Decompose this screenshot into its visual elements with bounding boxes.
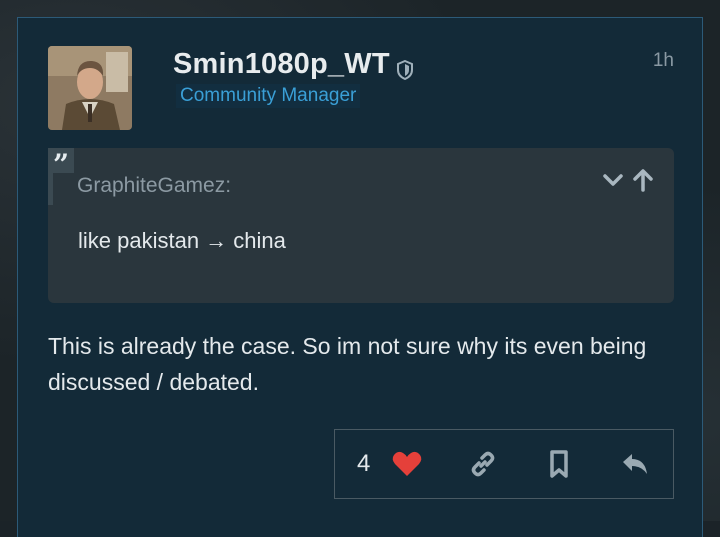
quote-block: ” GraphiteGamez: like pakistan → china <box>48 148 674 303</box>
like-count[interactable]: 4 <box>357 450 370 478</box>
reply-icon[interactable] <box>619 448 651 480</box>
post-actions: 4 <box>334 429 674 499</box>
forum-post: Smin1080p_WT Community Manager 1h ” Grap… <box>17 17 703 537</box>
post-timestamp[interactable]: 1h <box>653 50 674 72</box>
username-row: Smin1080p_WT <box>173 48 414 81</box>
avatar[interactable] <box>48 46 132 130</box>
heart-icon[interactable] <box>391 448 423 480</box>
quote-bar <box>48 173 53 205</box>
quote-text: like pakistan → china <box>78 228 286 253</box>
chevron-down-icon[interactable] <box>602 172 624 188</box>
shield-icon <box>396 55 414 80</box>
username-link[interactable]: Smin1080p_WT <box>173 48 390 81</box>
arrow-up-icon[interactable] <box>632 168 654 192</box>
post-body: This is already the case. So im not sure… <box>48 333 647 395</box>
link-icon[interactable] <box>467 448 499 480</box>
quote-author: GraphiteGamez: <box>77 174 232 197</box>
quote-icon: ” <box>48 148 74 181</box>
user-title-badge: Community Manager <box>176 84 361 108</box>
quote-controls <box>602 168 654 192</box>
bookmark-icon[interactable] <box>543 448 575 480</box>
